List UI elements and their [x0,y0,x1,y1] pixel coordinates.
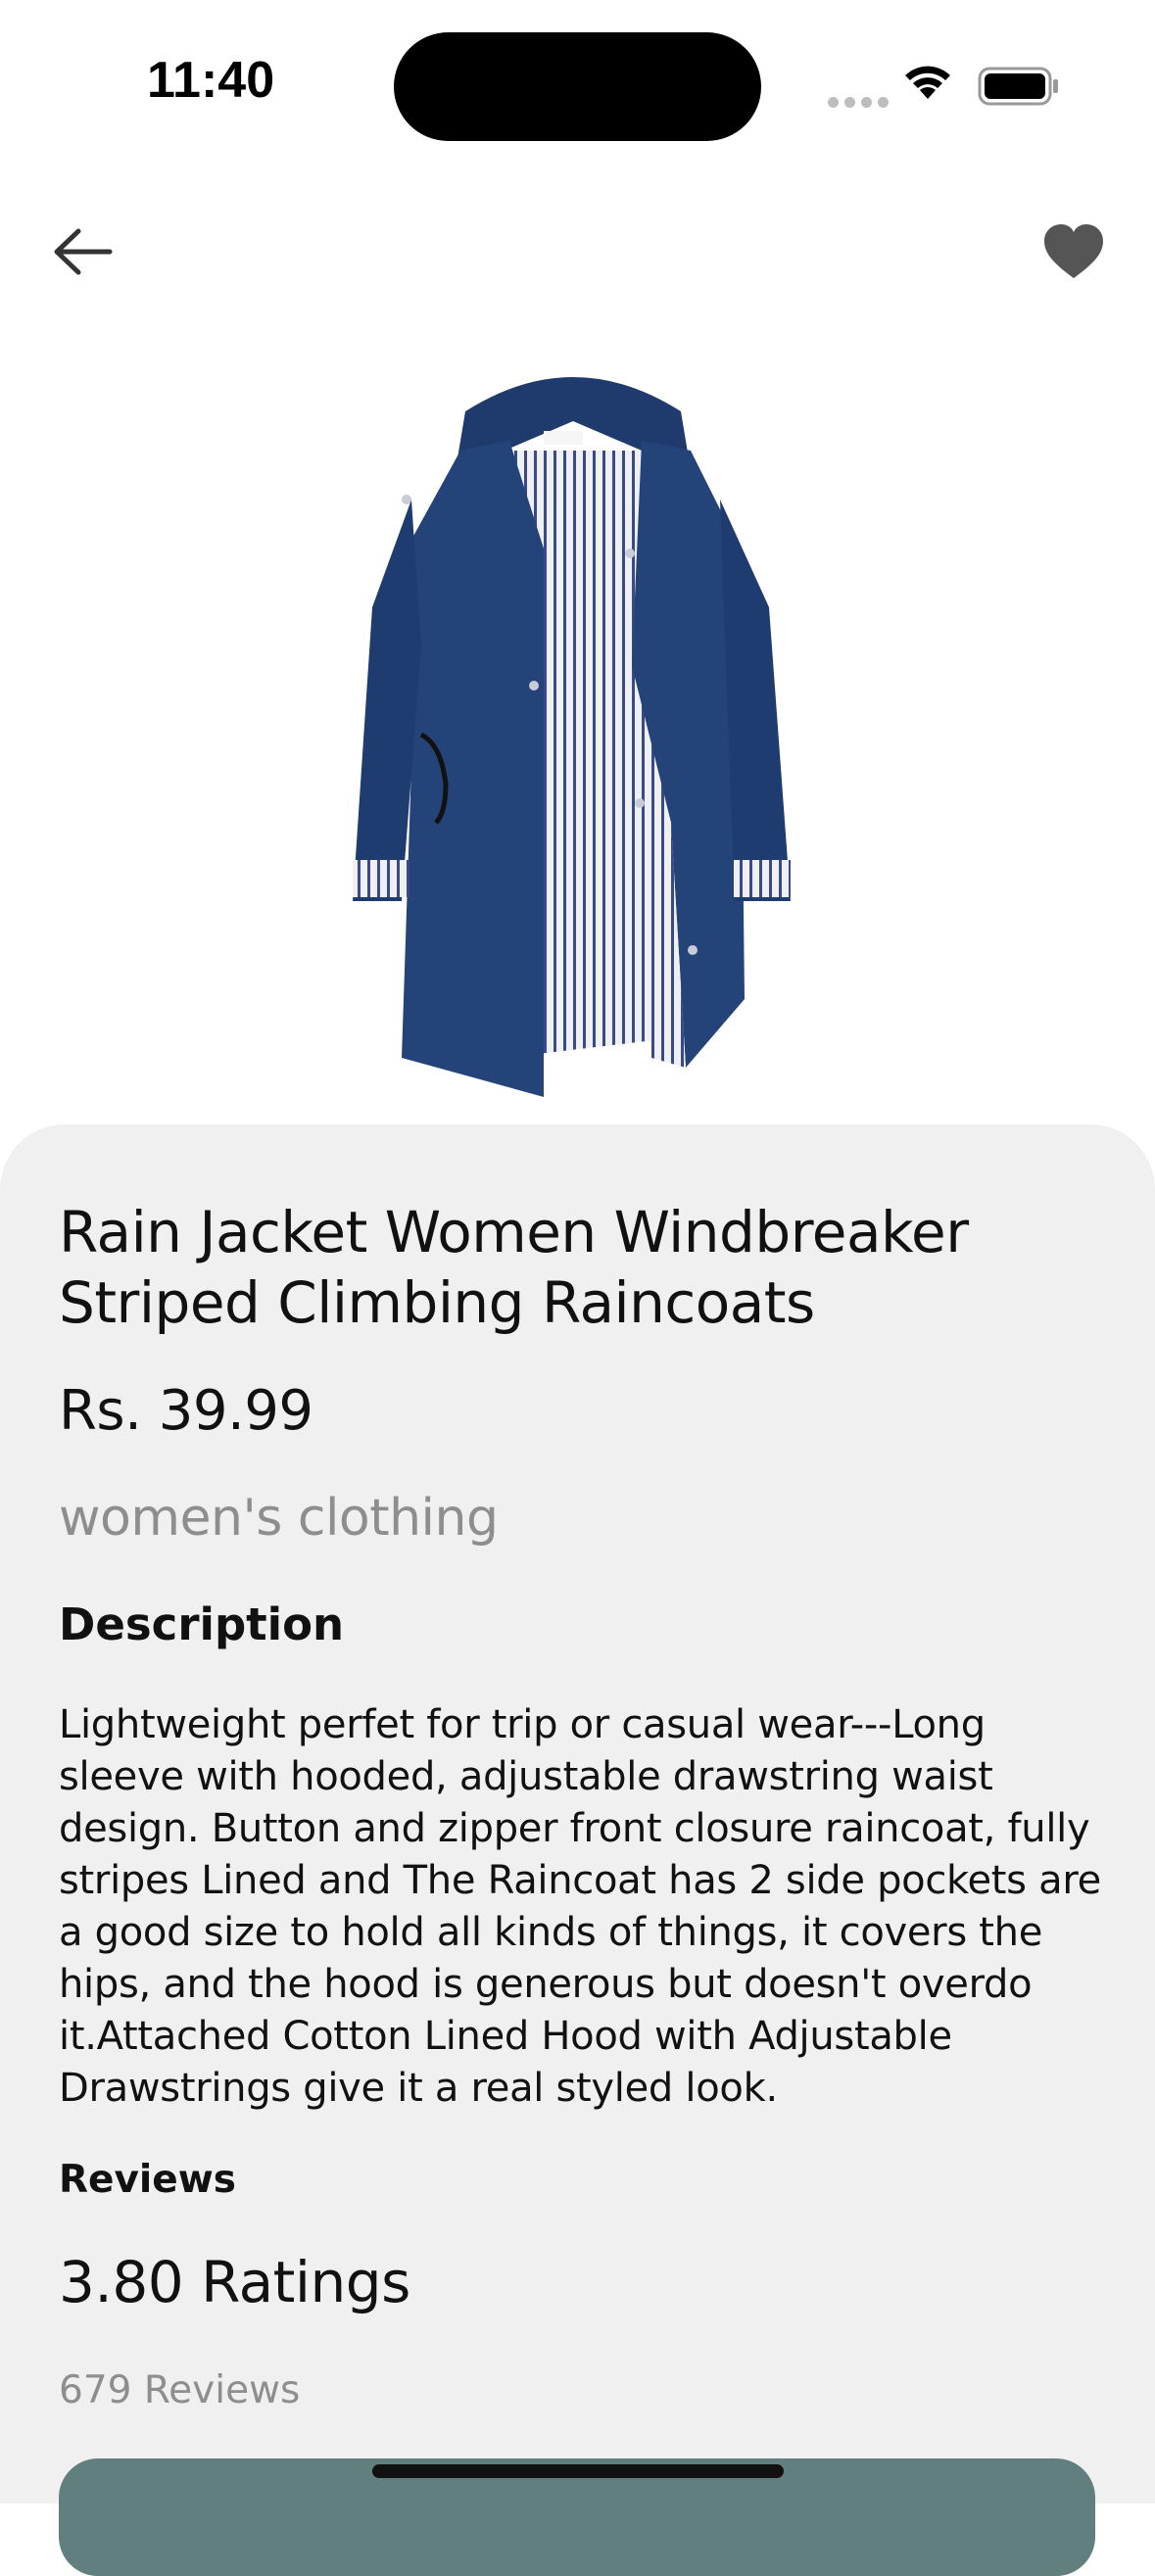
heart-icon [1044,224,1103,278]
description-heading: Description [59,1598,345,1650]
wifi-icon [903,62,952,105]
product-title: Rain Jacket Women Windbreaker Striped Cl… [59,1199,969,1336]
review-count: 679 Reviews [59,2368,301,2412]
arrow-left-icon [54,228,113,275]
cellular-signal-icon [828,93,894,112]
reviews-heading: Reviews [59,2158,236,2202]
dynamic-island [394,32,761,141]
home-indicator [372,2464,784,2478]
product-ratings: 3.80 Ratings [59,2249,410,2315]
back-button[interactable] [49,217,118,286]
product-price: Rs. 39.99 [59,1379,313,1443]
status-time: 11:40 [147,52,275,109]
product-image [348,353,798,1107]
favorite-button[interactable] [1042,221,1105,284]
battery-icon [978,67,1060,110]
product-category: women's clothing [59,1489,499,1548]
product-description: Lightweight perfet for trip or casual we… [59,1702,1101,2111]
rain-jacket-image [353,377,791,1097]
status-bar: 11:40 [0,0,1155,147]
